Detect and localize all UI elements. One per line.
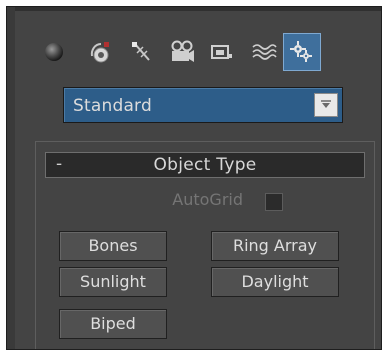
daylight-button[interactable]: Daylight <box>211 267 339 297</box>
bones-button[interactable]: Bones <box>59 231 167 261</box>
biped-button[interactable]: Biped <box>59 309 167 339</box>
panel-left-edge <box>7 7 15 349</box>
autogrid-checkbox[interactable] <box>265 193 283 211</box>
sphere-icon[interactable] <box>39 37 69 67</box>
camera-icon[interactable] <box>167 37 197 67</box>
chevron-down-icon[interactable] <box>314 93 338 117</box>
command-panel: Standard - Object Type AutoGrid Bones Ri… <box>6 6 382 350</box>
ring-array-button[interactable]: Ring Array <box>211 231 339 261</box>
autogrid-label: AutoGrid <box>172 190 243 209</box>
object-type-rollout-header[interactable]: - Object Type <box>45 152 365 178</box>
systems-icon[interactable] <box>283 33 321 71</box>
rollout-title: Object Type <box>153 155 257 175</box>
space-warp-icon[interactable] <box>249 37 279 67</box>
helper-icon[interactable] <box>207 37 237 67</box>
panel-top-edge <box>7 7 381 11</box>
light-icon[interactable] <box>127 37 157 67</box>
shapes-icon[interactable] <box>85 37 115 67</box>
category-dropdown-value: Standard <box>73 96 152 116</box>
sunlight-button[interactable]: Sunlight <box>59 267 167 297</box>
category-dropdown[interactable]: Standard <box>63 87 343 123</box>
